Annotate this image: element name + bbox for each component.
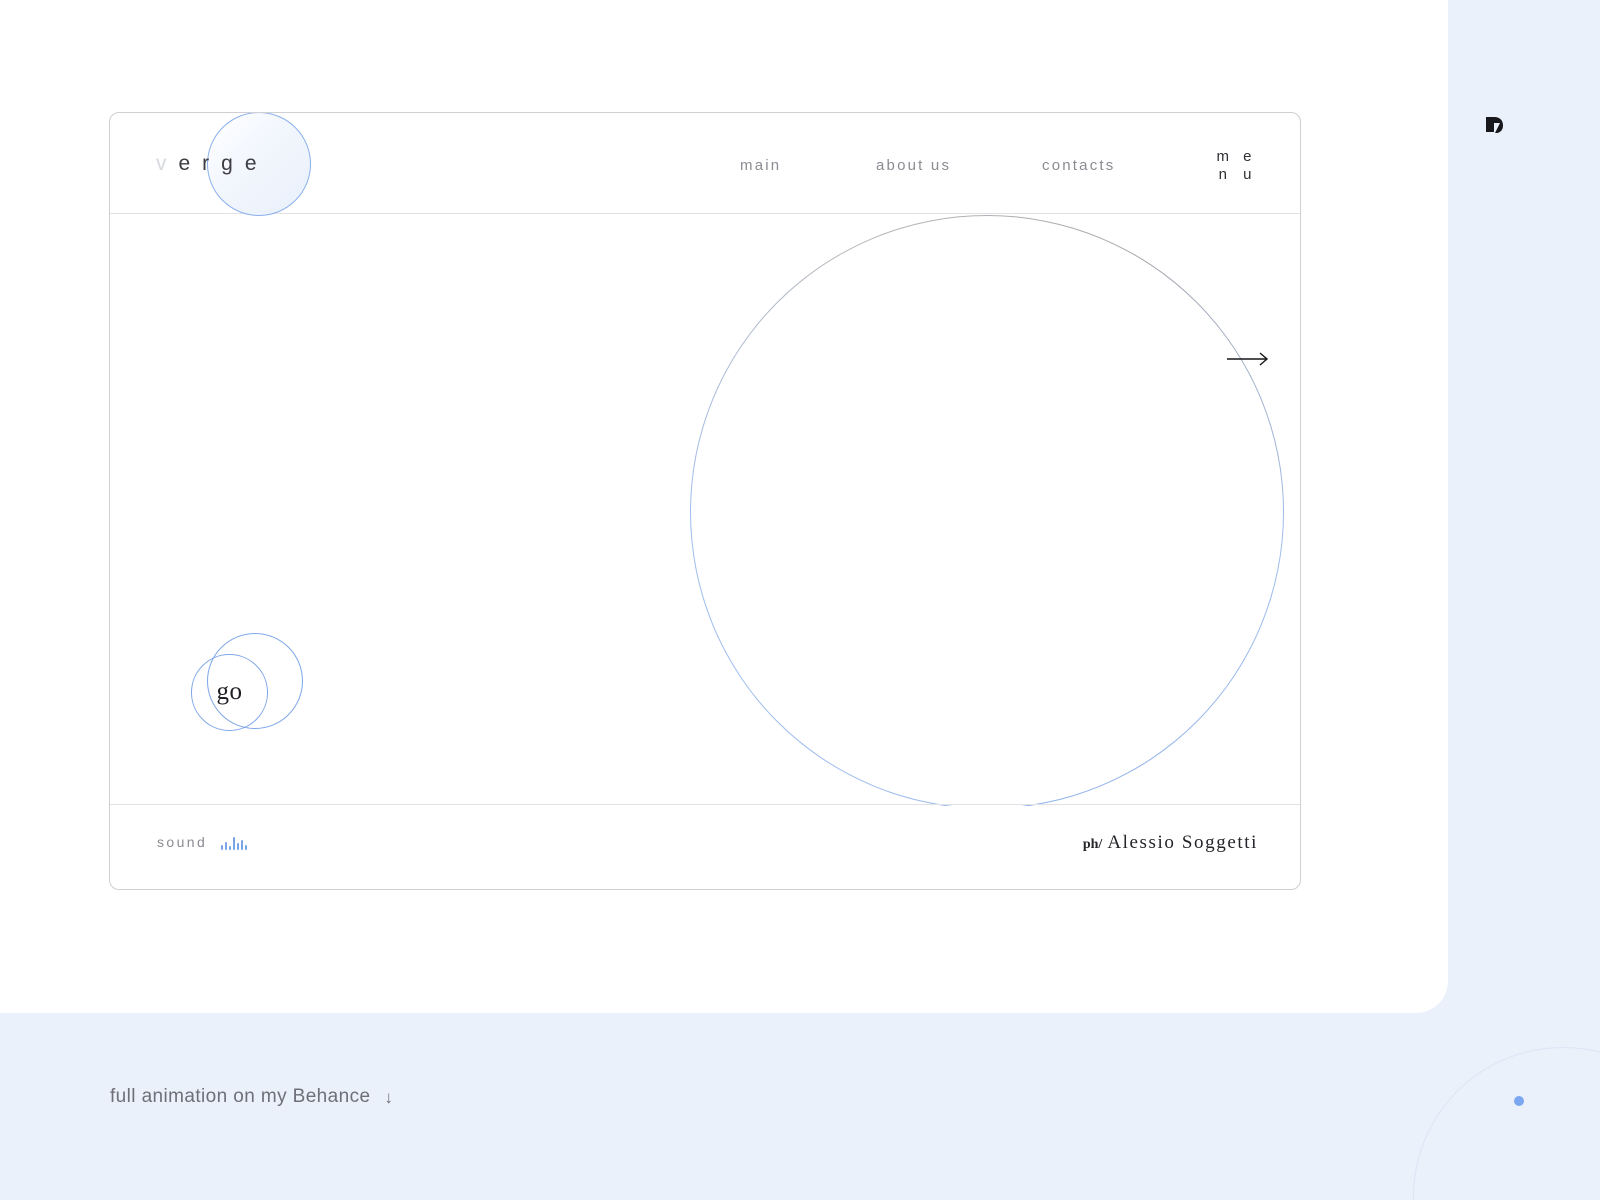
menu-char-n: n (1218, 166, 1227, 183)
menu-char-e: e (1243, 148, 1252, 165)
behance-link[interactable]: full animation on my Behance ↓ (110, 1086, 393, 1108)
audio-waveform-icon (221, 834, 248, 850)
hero-stage: go (110, 214, 1300, 806)
logo-letter-v: v (156, 151, 179, 175)
sound-label: sound (157, 834, 208, 850)
go-button[interactable]: go (191, 633, 303, 733)
arrow-down-icon: ↓ (384, 1087, 393, 1107)
go-label: go (216, 677, 243, 705)
go-inner-ring: go (191, 654, 268, 731)
arrow-brand-mark-icon[interactable] (1478, 108, 1512, 142)
site-footer: sound ph/Alessio Soggetti (110, 804, 1300, 889)
right-accent-panel (1448, 0, 1600, 1013)
logo[interactable]: verge (150, 113, 311, 216)
photographer-credit: ph/Alessio Soggetti (1083, 832, 1258, 854)
logo-letters-erge: erge (178, 151, 269, 175)
arrow-right-icon[interactable] (1227, 352, 1269, 366)
nav-about-us[interactable]: about us (876, 157, 951, 174)
credit-name: Alessio Soggetti (1107, 832, 1258, 853)
behance-link-label: full animation on my Behance (110, 1086, 371, 1107)
sound-toggle[interactable]: sound (157, 834, 248, 850)
logo-text: verge (150, 152, 269, 176)
credit-prefix: ph/ (1082, 837, 1103, 852)
menu-button[interactable]: m e n u (1212, 149, 1258, 182)
hero-circle (690, 215, 1284, 806)
decorative-circle (1413, 1047, 1600, 1200)
page-root: verge main about us contacts m e n u go … (0, 0, 1600, 1200)
menu-char-m: m (1216, 148, 1230, 165)
nav-main[interactable]: main (740, 157, 781, 174)
decorative-dot (1514, 1096, 1524, 1106)
nav-contacts[interactable]: contacts (1042, 157, 1115, 174)
menu-char-u: u (1243, 166, 1252, 183)
browser-frame: verge main about us contacts m e n u go … (109, 112, 1301, 890)
site-header: verge main about us contacts m e n u (110, 113, 1300, 216)
